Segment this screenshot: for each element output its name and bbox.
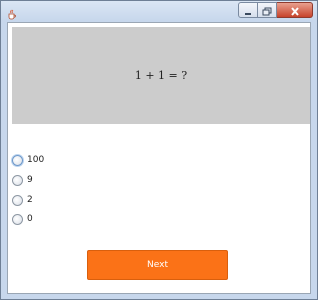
option-100[interactable]: 100 — [12, 153, 44, 167]
title-bar[interactable] — [1, 1, 317, 22]
minimize-icon — [243, 1, 253, 20]
option-label: 100 — [27, 155, 45, 165]
question-text: 1 + 1 = ? — [134, 69, 188, 82]
java-cup-icon — [6, 5, 18, 20]
radio-button[interactable] — [12, 213, 23, 225]
radio-button[interactable] — [12, 174, 23, 186]
option-label: 9 — [27, 175, 33, 185]
close-button[interactable] — [277, 2, 313, 18]
content-pane: 1 + 1 = ? 100 9 2 0 Next — [7, 22, 311, 294]
option-0[interactable]: 0 — [12, 212, 33, 226]
option-2[interactable]: 2 — [12, 193, 33, 207]
question-panel: 1 + 1 = ? — [12, 27, 310, 124]
maximize-button[interactable] — [258, 2, 277, 18]
option-label: 0 — [27, 214, 33, 224]
option-label: 2 — [27, 195, 33, 205]
radio-button[interactable] — [12, 154, 23, 166]
minimize-button[interactable] — [238, 2, 258, 18]
app-window: 1 + 1 = ? 100 9 2 0 Next — [0, 0, 318, 300]
option-9[interactable]: 9 — [12, 173, 33, 187]
next-button[interactable]: Next — [87, 250, 228, 280]
maximize-icon — [262, 1, 272, 20]
window-controls — [238, 2, 313, 18]
close-icon — [290, 1, 300, 20]
radio-button[interactable] — [12, 194, 23, 206]
